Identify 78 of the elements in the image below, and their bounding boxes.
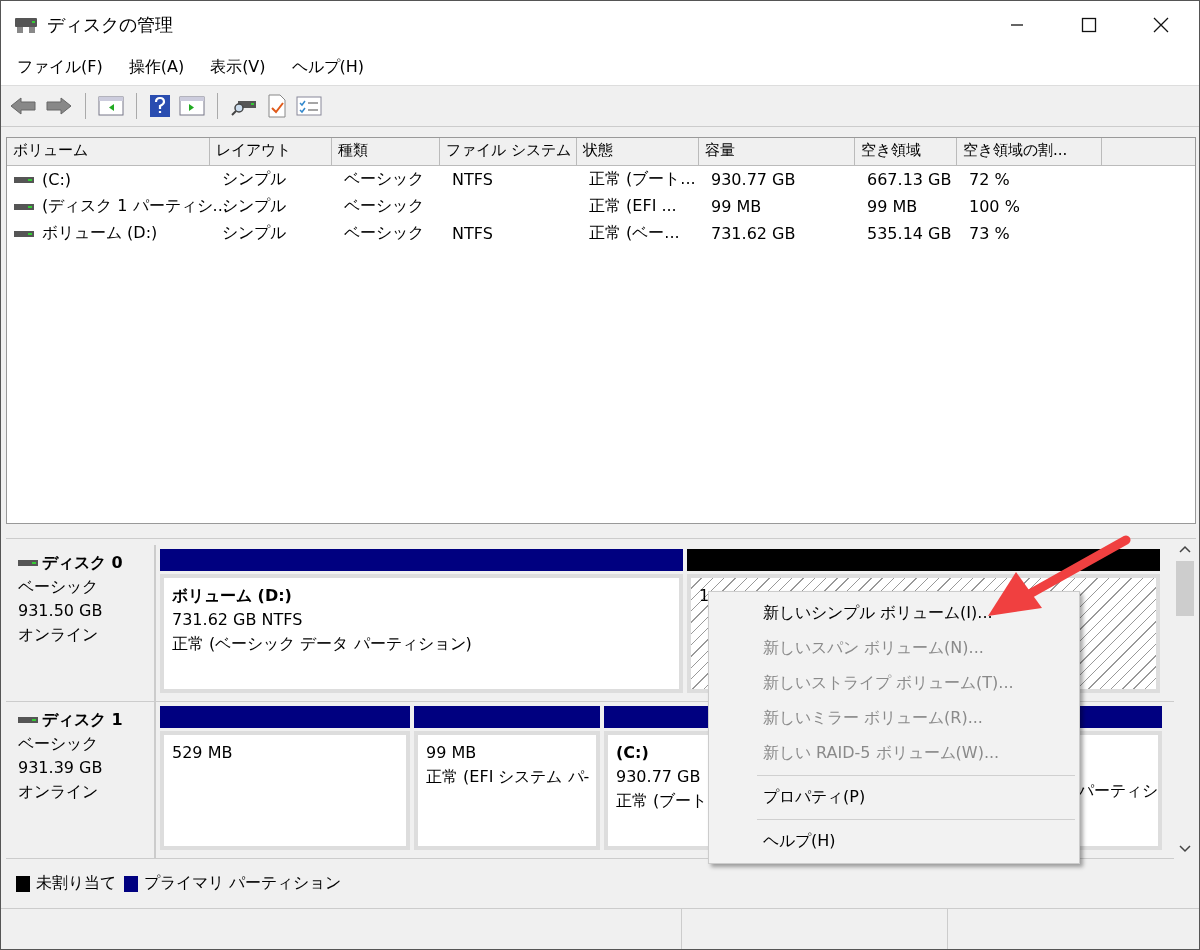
disk-status: オンライン (18, 781, 99, 803)
close-icon[interactable] (1153, 17, 1169, 33)
table-cell: ベーシック (344, 169, 424, 190)
column-header[interactable]: 容量 (699, 138, 855, 165)
partition-text: 930.77 GB (616, 766, 701, 788)
window-pane-icon[interactable] (98, 95, 124, 117)
maximize-icon[interactable] (1081, 17, 1097, 33)
disk-status: オンライン (18, 624, 99, 646)
column-header[interactable]: 空き領域 (855, 138, 957, 165)
disk-name: ディスク 0 (42, 552, 123, 574)
table-cell: シンプル (222, 169, 286, 190)
menu-item[interactable]: ヘルプ(H) (709, 824, 1079, 859)
table-cell: 100 % (969, 197, 1020, 216)
column-header[interactable]: 状態 (577, 138, 699, 165)
drive-icon (14, 229, 34, 238)
table-cell: 正常 (ベー... (589, 223, 680, 244)
table-cell: 正常 (ブート... (589, 169, 696, 190)
table-cell: 99 MB (867, 197, 918, 216)
column-header[interactable]: 種類 (332, 138, 440, 165)
table-cell: 正常 (EFI ... (589, 196, 677, 217)
table-cell: 731.62 GB (711, 224, 796, 243)
menu-item[interactable]: 操作(A) (128, 56, 185, 78)
table-cell: 930.77 GB (711, 170, 796, 189)
partition-text: 正常 (EFI システム パ- (426, 766, 590, 788)
drive-icon (18, 559, 38, 567)
menu-item[interactable]: ヘルプ(H) (291, 56, 365, 78)
disk-type: ベーシック (18, 733, 99, 755)
scroll-up-icon[interactable] (1179, 545, 1191, 553)
table-cell: NTFS (452, 170, 493, 189)
partition-block[interactable]: 99 MB 正常 (EFI システム パ- (414, 731, 600, 850)
scroll-thumb[interactable] (1176, 561, 1194, 616)
menu-item[interactable]: 新しいシンプル ボリューム(I)... (709, 596, 1079, 631)
partition-title: ボリューム (D:) (172, 585, 292, 607)
forward-arrow-icon[interactable] (45, 95, 73, 117)
table-cell: ボリューム (D:) (42, 223, 158, 244)
partition-text: パーティシ (1078, 779, 1158, 802)
table-cell: 99 MB (711, 197, 762, 216)
checked-document-icon[interactable] (266, 94, 288, 118)
disk-name: ディスク 1 (42, 709, 123, 731)
menu-item[interactable]: 表示(V) (210, 56, 266, 78)
drive-icon (14, 175, 34, 184)
legend-label: プライマリ パーティション (144, 873, 342, 894)
table-cell: 72 % (969, 170, 1010, 189)
partition-text: 1 (699, 585, 710, 607)
window-pane-icon[interactable] (179, 95, 205, 117)
partition-block[interactable]: ボリューム (D:) 731.62 GB NTFS 正常 (ベーシック データ パーティション) (160, 574, 683, 693)
partition-text: 正常 (ブート (616, 790, 708, 812)
scroll-down-icon[interactable] (1179, 845, 1191, 853)
table-cell: 73 % (969, 224, 1010, 243)
table-cell: シンプル (222, 223, 286, 244)
help-icon[interactable] (149, 94, 171, 118)
partition-text: 731.62 GB NTFS (172, 609, 303, 631)
column-header[interactable]: ファイル システム (440, 138, 577, 165)
back-arrow-icon[interactable] (9, 95, 37, 117)
disk-size: 931.39 GB (18, 757, 104, 779)
column-header[interactable]: ボリューム (7, 138, 210, 165)
checklist-icon[interactable] (296, 95, 322, 117)
table-cell: 667.13 GB (867, 170, 952, 189)
drive-icon (14, 202, 34, 211)
table-cell: 535.14 GB (867, 224, 952, 243)
partition-text: 正常 (ベーシック データ パーティション) (172, 633, 472, 655)
partition-block[interactable]: 529 MB (160, 731, 410, 850)
menu-item[interactable]: プロパティ(P) (709, 780, 1079, 815)
table-cell: NTFS (452, 224, 493, 243)
partition-text: 529 MB (172, 742, 233, 764)
drive-icon (18, 716, 38, 724)
window-title: ディスクの管理 (47, 13, 173, 37)
column-header[interactable]: 空き領域の割... (957, 138, 1102, 165)
table-cell: ベーシック (344, 196, 424, 217)
table-cell: ベーシック (344, 223, 424, 244)
menu-item[interactable]: ファイル(F) (17, 56, 103, 78)
disk-size: 931.50 GB (18, 600, 104, 622)
column-header[interactable]: レイアウト (210, 138, 332, 165)
disk-type: ベーシック (18, 576, 99, 598)
table-cell: (C:) (42, 170, 72, 189)
legend-label: 未割り当て (36, 873, 116, 894)
partition-title: (C:) (616, 742, 649, 764)
partition-text: 99 MB (426, 742, 477, 764)
